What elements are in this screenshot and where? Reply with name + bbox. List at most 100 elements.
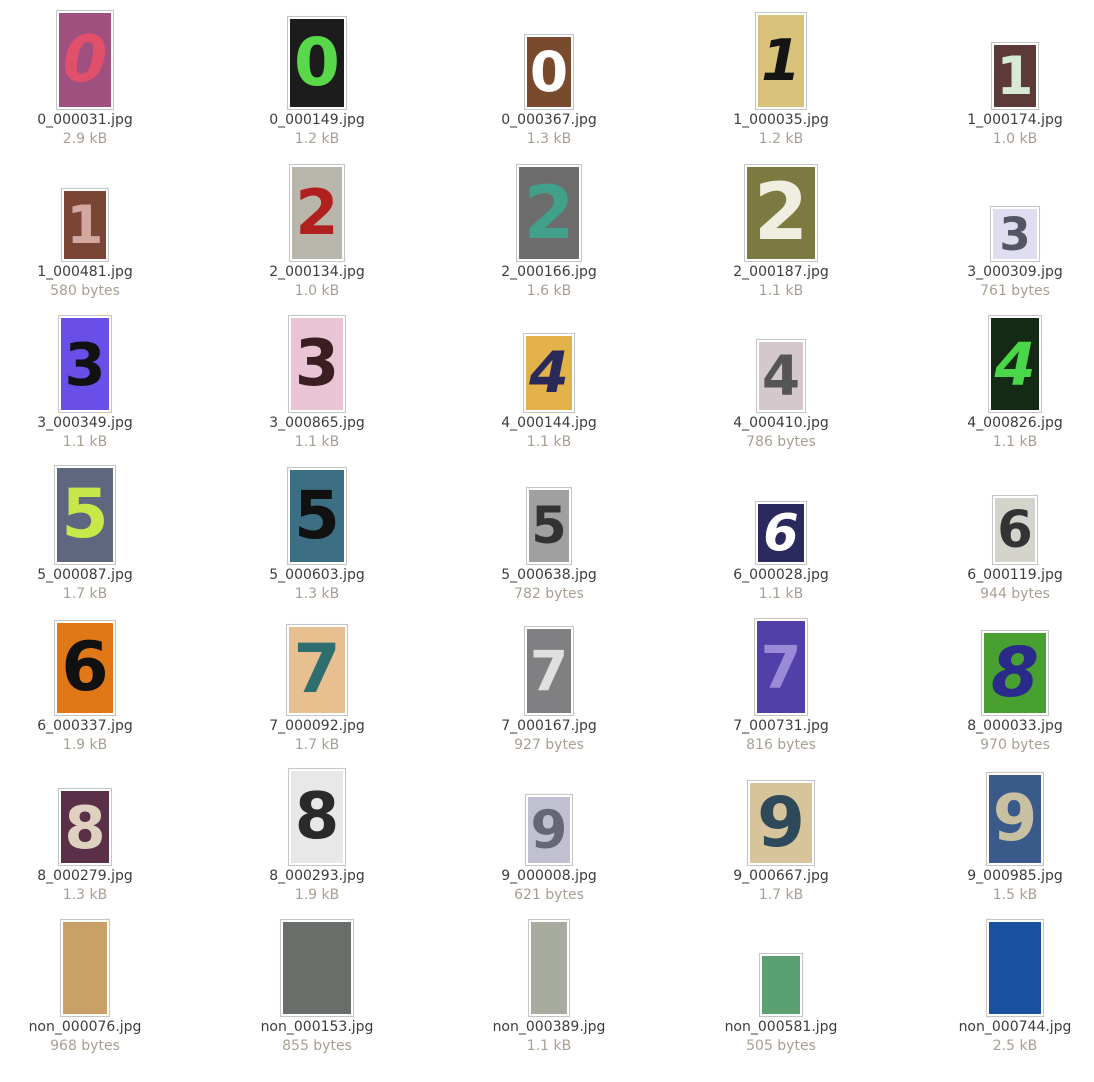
file-name[interactable]: 9_000667.jpg (681, 868, 881, 884)
file-name[interactable]: 4_000826.jpg (915, 415, 1094, 431)
file-thumbnail[interactable]: 8 (981, 630, 1049, 716)
file-thumbnail[interactable]: 5 (54, 465, 116, 565)
file-size: 1.7 kB (758, 887, 804, 903)
file-grid: 0 0_000031.jpg 2.9 kB 0 0_000149.jpg 1.2 kB 0 0… (0, 0, 1094, 1082)
file-size: 1.1 kB (526, 434, 572, 450)
thumbnail-image: 7 (527, 629, 571, 713)
file-name[interactable]: non_000389.jpg (449, 1019, 649, 1035)
file-thumbnail[interactable]: 4 (756, 339, 806, 413)
file-name[interactable]: 3_000309.jpg (915, 264, 1094, 280)
file-thumbnail[interactable] (60, 919, 110, 1017)
file-thumbnail[interactable]: 7 (754, 618, 808, 716)
digit-glyph: 5 (531, 496, 567, 556)
thumbnail-image: 6 (995, 498, 1035, 562)
file-name[interactable]: 5_000603.jpg (217, 567, 417, 583)
file-thumbnail[interactable]: 7 (524, 626, 574, 716)
file-name[interactable]: 2_000166.jpg (449, 264, 649, 280)
file-name[interactable]: 0_000031.jpg (0, 112, 185, 128)
digit-glyph: 5 (294, 477, 340, 554)
file-name[interactable]: non_000076.jpg (0, 1019, 185, 1035)
file-name[interactable]: non_000581.jpg (681, 1019, 881, 1035)
file-name[interactable]: non_000153.jpg (217, 1019, 417, 1035)
file-name[interactable]: 7_000167.jpg (449, 718, 649, 734)
thumbnail-image: 4 (991, 318, 1039, 410)
file-thumbnail[interactable]: 5 (526, 487, 572, 565)
file-name[interactable]: 0_000149.jpg (217, 112, 417, 128)
file-name[interactable]: 5_000638.jpg (449, 567, 649, 583)
file-size: 1.7 kB (62, 586, 108, 602)
file-thumbnail[interactable]: 2 (744, 164, 818, 262)
file-name[interactable]: 7_000731.jpg (681, 718, 881, 734)
file-thumbnail[interactable]: 6 (755, 501, 807, 565)
file-thumbnail[interactable]: 4 (523, 333, 575, 413)
file-name[interactable]: 2_000187.jpg (681, 264, 881, 280)
file-thumbnail[interactable]: 0 (524, 34, 574, 110)
file-thumbnail[interactable]: 6 (54, 620, 116, 716)
file-name[interactable]: 9_000008.jpg (449, 868, 649, 884)
file-thumbnail[interactable]: 2 (289, 164, 345, 262)
file-size: 927 bytes (514, 737, 584, 753)
digit-glyph: 4 (761, 343, 801, 408)
file-name[interactable]: 9_000985.jpg (915, 868, 1094, 884)
file-thumbnail[interactable]: 6 (992, 495, 1038, 565)
file-size: 782 bytes (514, 586, 584, 602)
file-thumbnail[interactable] (986, 919, 1044, 1017)
digit-glyph: 3 (294, 327, 340, 401)
thumbnail-image (283, 922, 351, 1014)
file-thumbnail[interactable]: 3 (288, 315, 346, 413)
file-thumbnail[interactable]: 8 (58, 788, 112, 866)
file-name[interactable]: 8_000033.jpg (915, 718, 1094, 734)
digit-glyph: 7 (293, 630, 341, 709)
file-name[interactable]: 1_000481.jpg (0, 264, 185, 280)
digit-glyph: 9 (530, 799, 568, 861)
file-name[interactable]: 0_000367.jpg (449, 112, 649, 128)
file-name[interactable]: 6_000028.jpg (681, 567, 881, 583)
digit-glyph: 3 (64, 329, 106, 399)
file-name[interactable]: 3_000349.jpg (0, 415, 185, 431)
file-name[interactable]: 3_000865.jpg (217, 415, 417, 431)
file-name[interactable]: 2_000134.jpg (217, 264, 417, 280)
file-thumbnail[interactable]: 7 (286, 624, 348, 716)
file-thumbnail[interactable]: 1 (61, 188, 109, 262)
file-thumbnail[interactable] (528, 919, 570, 1017)
thumbnail-image: 0 (59, 13, 111, 107)
thumbnail-image: 3 (993, 209, 1037, 259)
file-name[interactable]: 6_000337.jpg (0, 718, 185, 734)
file-thumbnail[interactable]: 1 (991, 42, 1039, 110)
digit-glyph: 4 (994, 329, 1036, 399)
file-name[interactable]: 4_000144.jpg (449, 415, 649, 431)
file-name[interactable]: 1_000174.jpg (915, 112, 1094, 128)
file-thumbnail[interactable]: 2 (516, 164, 582, 262)
file-thumbnail[interactable]: 0 (56, 10, 114, 110)
file-thumbnail[interactable] (759, 953, 803, 1017)
file-name[interactable]: 7_000092.jpg (217, 718, 417, 734)
file-name[interactable]: non_000744.jpg (915, 1019, 1094, 1035)
file-size: 1.1 kB (992, 434, 1038, 450)
file-name[interactable]: 8_000279.jpg (0, 868, 185, 884)
thumbnail-image: 5 (290, 470, 344, 562)
file-thumbnail[interactable]: 9 (986, 772, 1044, 866)
thumbnail-image: 1 (994, 45, 1036, 107)
file-thumbnail[interactable]: 5 (287, 467, 347, 565)
file-name[interactable]: 5_000087.jpg (0, 567, 185, 583)
file-name[interactable]: 8_000293.jpg (217, 868, 417, 884)
file-thumbnail[interactable]: 0 (287, 16, 347, 110)
file-thumbnail[interactable]: 3 (990, 206, 1040, 262)
file-name[interactable]: 1_000035.jpg (681, 112, 881, 128)
file-thumbnail[interactable]: 3 (58, 315, 112, 413)
file-thumbnail[interactable]: 4 (988, 315, 1042, 413)
thumbnail-image: 2 (747, 167, 815, 259)
thumbnail-image: 3 (61, 318, 109, 410)
digit-glyph: 6 (763, 504, 799, 562)
file-thumbnail[interactable]: 9 (525, 794, 573, 866)
digit-glyph: 1 (996, 45, 1034, 107)
file-thumbnail[interactable] (280, 919, 354, 1017)
file-size: 855 bytes (282, 1038, 352, 1054)
file-thumbnail[interactable]: 1 (755, 12, 807, 110)
thumbnail-image: 4 (759, 342, 803, 410)
file-thumbnail[interactable]: 9 (747, 780, 815, 866)
file-name[interactable]: 4_000410.jpg (681, 415, 881, 431)
digit-glyph: 9 (756, 783, 805, 863)
file-thumbnail[interactable]: 8 (288, 768, 346, 866)
file-name[interactable]: 6_000119.jpg (915, 567, 1094, 583)
